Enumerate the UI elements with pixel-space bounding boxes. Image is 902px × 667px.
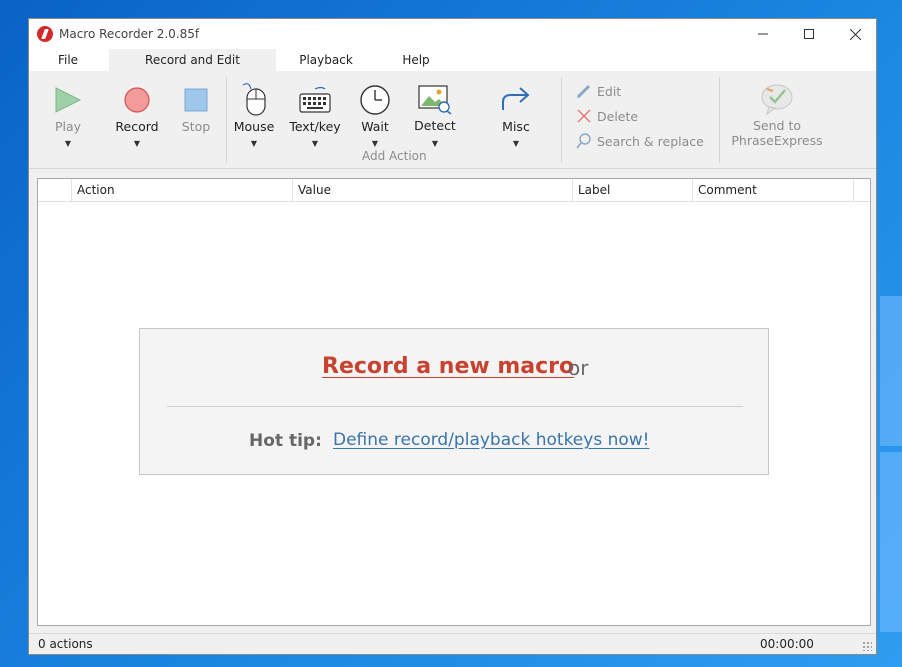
tab-record-and-edit[interactable]: Record and Edit bbox=[109, 49, 276, 71]
play-label: Play bbox=[54, 119, 82, 134]
search-replace-button[interactable]: Search & replace bbox=[575, 133, 704, 149]
textkey-button[interactable]: Text/key ▼ bbox=[285, 71, 345, 161]
actions-table[interactable]: Action Value Label Comment Record a new … bbox=[37, 178, 871, 626]
wait-label: Wait bbox=[361, 119, 389, 134]
title-bar: Macro Recorder 2.0.85f bbox=[29, 19, 876, 49]
elapsed-time: 00:00:00 bbox=[760, 637, 814, 651]
tab-playback[interactable]: Playback bbox=[285, 49, 367, 71]
column-header-index[interactable] bbox=[38, 179, 71, 201]
action-count: 0 actions bbox=[38, 637, 93, 651]
record-icon bbox=[124, 87, 150, 113]
table-header: Action Value Label Comment bbox=[38, 179, 870, 202]
detect-label: Detect bbox=[414, 118, 456, 133]
record-button[interactable]: Record ▼ bbox=[109, 71, 165, 161]
ribbon-separator bbox=[226, 77, 227, 163]
mouse-icon bbox=[242, 83, 266, 116]
keyboard-icon bbox=[299, 86, 331, 113]
ribbon-toolbar: Play ▼ Record ▼ Stop Mouse ▼ Text/key ▼ … bbox=[29, 71, 876, 169]
mouse-dropdown-icon[interactable]: ▼ bbox=[229, 139, 279, 148]
define-hotkeys-link[interactable]: Define record/playback hotkeys now! bbox=[333, 430, 649, 450]
textkey-dropdown-icon[interactable]: ▼ bbox=[285, 139, 345, 148]
tab-help[interactable]: Help bbox=[379, 49, 453, 71]
play-icon bbox=[55, 87, 82, 113]
delete-label: Delete bbox=[597, 108, 639, 124]
phraseexpress-icon bbox=[761, 84, 793, 115]
misc-button[interactable]: Misc ▼ bbox=[491, 71, 541, 161]
tab-file[interactable]: File bbox=[29, 49, 107, 71]
panel-divider bbox=[167, 406, 743, 407]
send-to-label-line1: Send to bbox=[752, 118, 801, 133]
send-to-label-line2: PhraseExpress bbox=[731, 133, 823, 148]
desktop-background-pane bbox=[880, 296, 902, 446]
window-title: Macro Recorder 2.0.85f bbox=[59, 27, 200, 41]
mouse-label: Mouse bbox=[233, 119, 275, 134]
send-to-phraseexpress-button[interactable]: Send to PhraseExpress bbox=[727, 71, 827, 161]
mouse-button[interactable]: Mouse ▼ bbox=[229, 71, 279, 161]
column-header-comment[interactable]: Comment bbox=[692, 179, 853, 201]
or-text: or bbox=[568, 356, 589, 380]
maximize-button[interactable] bbox=[786, 19, 832, 49]
record-new-macro-link[interactable]: Record a new macro bbox=[322, 354, 574, 379]
detect-button[interactable]: Detect ▼ bbox=[407, 71, 463, 161]
play-button[interactable]: Play ▼ bbox=[43, 71, 93, 161]
x-icon bbox=[577, 109, 591, 123]
ribbon-separator bbox=[561, 77, 562, 163]
maximize-icon bbox=[804, 29, 814, 39]
column-header-action[interactable]: Action bbox=[71, 179, 292, 201]
edit-label: Edit bbox=[597, 83, 622, 99]
add-action-group-label: Add Action bbox=[362, 149, 427, 163]
send-to-label: Send to PhraseExpress bbox=[727, 118, 827, 148]
column-header-label[interactable]: Label bbox=[572, 179, 692, 201]
close-button[interactable] bbox=[832, 19, 878, 49]
minimize-icon bbox=[758, 33, 768, 35]
record-label: Record bbox=[115, 119, 159, 134]
resize-grip-icon[interactable] bbox=[862, 641, 872, 651]
app-window: Macro Recorder 2.0.85f File Record and E… bbox=[28, 18, 877, 655]
empty-state-panel: Record a new macro or Hot tip: Define re… bbox=[139, 328, 769, 475]
search-replace-label: Search & replace bbox=[597, 133, 704, 149]
column-header-filler bbox=[853, 179, 870, 201]
edit-button[interactable]: Edit bbox=[575, 83, 621, 99]
stop-icon bbox=[184, 88, 208, 112]
stop-button[interactable]: Stop bbox=[173, 71, 219, 161]
redo-arrow-icon bbox=[502, 87, 530, 110]
wait-button[interactable]: Wait ▼ bbox=[353, 71, 397, 161]
pencil-icon bbox=[577, 84, 591, 98]
ribbon-separator bbox=[719, 77, 720, 163]
misc-dropdown-icon[interactable]: ▼ bbox=[491, 139, 541, 148]
column-header-value[interactable]: Value bbox=[292, 179, 572, 201]
close-icon bbox=[849, 28, 861, 40]
misc-label: Misc bbox=[502, 119, 530, 134]
textkey-label: Text/key bbox=[289, 119, 341, 134]
stop-label: Stop bbox=[181, 119, 211, 134]
app-logo-icon bbox=[37, 26, 53, 42]
record-dropdown-icon[interactable]: ▼ bbox=[109, 139, 165, 148]
hot-tip-label: Hot tip: bbox=[249, 431, 322, 451]
detect-dropdown-icon[interactable]: ▼ bbox=[407, 139, 463, 148]
clock-icon bbox=[360, 85, 390, 115]
image-detect-icon bbox=[418, 85, 452, 115]
desktop-background-pane bbox=[880, 452, 902, 632]
delete-button[interactable]: Delete bbox=[575, 108, 638, 124]
menu-bar: File Record and Edit Playback Help bbox=[29, 49, 876, 71]
status-bar: 0 actions 00:00:00 bbox=[29, 633, 876, 654]
wait-dropdown-icon[interactable]: ▼ bbox=[353, 139, 397, 148]
magnifier-icon bbox=[576, 133, 591, 149]
play-dropdown-icon[interactable]: ▼ bbox=[43, 139, 93, 148]
minimize-button[interactable] bbox=[740, 19, 786, 49]
